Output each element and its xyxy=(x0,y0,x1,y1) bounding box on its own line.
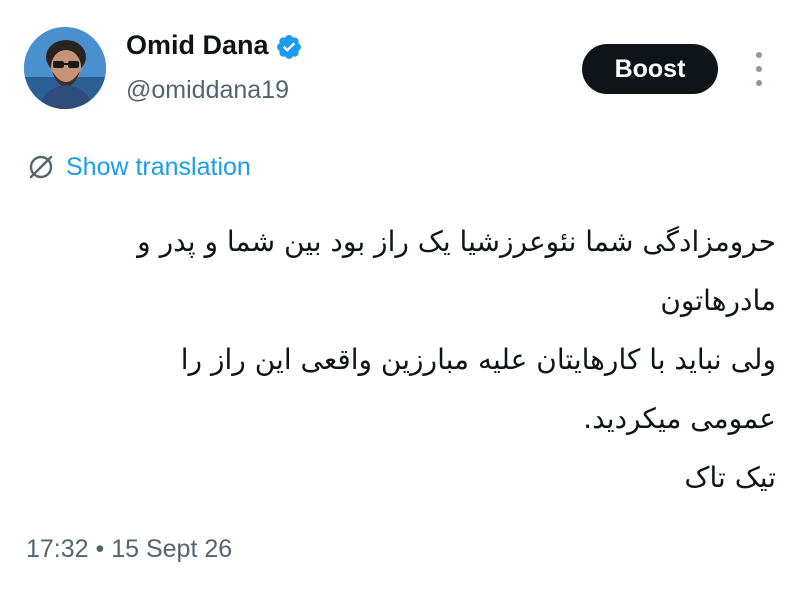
translate-icon xyxy=(29,155,53,179)
tweet-timestamp[interactable]: 17:32 • 15 Sept 26 xyxy=(26,535,232,564)
boost-button[interactable]: Boost xyxy=(582,44,718,94)
tweet-line: تیک تاک xyxy=(684,461,776,494)
tweet-text: حرومزادگی شما نئوعرزشیا یک راز بود بین ش… xyxy=(40,212,776,507)
author-handle[interactable]: @omiddana19 xyxy=(126,76,289,105)
show-translation-link[interactable]: Show translation xyxy=(26,152,251,182)
tweet-line: حرومزادگی شما نئوعرزشیا یک راز بود بین ش… xyxy=(137,225,776,258)
avatar[interactable] xyxy=(24,27,106,109)
verified-badge-icon xyxy=(276,34,301,59)
tweet-line: مادرهاتون xyxy=(660,284,776,317)
tweet-line: عمومی میکردید. xyxy=(583,402,776,435)
more-dot xyxy=(756,52,762,58)
avatar-photo xyxy=(24,27,106,109)
more-vertical-icon[interactable] xyxy=(749,52,769,86)
tweet-line: ولی نباید با کارهایتان علیه مبارزین واقع… xyxy=(180,343,776,376)
show-translation-label[interactable]: Show translation xyxy=(66,153,251,182)
author-name-row[interactable]: Omid Dana xyxy=(126,30,303,61)
more-dot xyxy=(756,80,762,86)
more-dot xyxy=(756,66,762,72)
display-name[interactable]: Omid Dana xyxy=(126,30,269,61)
